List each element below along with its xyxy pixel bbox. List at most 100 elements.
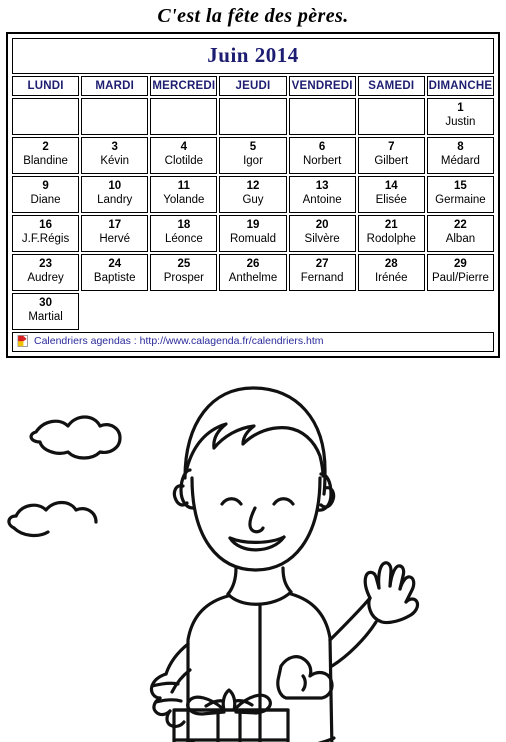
day-cell[interactable]: 8 Médard: [426, 137, 494, 174]
day-number: 1: [457, 102, 464, 114]
day-number: 13: [315, 180, 329, 192]
credit-link[interactable]: Calendriers agendas : http://www.calagen…: [12, 332, 494, 352]
day-saint: Romuald: [229, 233, 276, 246]
day-cell[interactable]: 14 Elisée: [357, 176, 425, 213]
day-cell[interactable]: [150, 98, 218, 135]
day-cell[interactable]: 25 Prosper: [150, 254, 218, 291]
month-title: Juin 2014: [12, 38, 494, 74]
day-cell[interactable]: 26 Anthelme: [219, 254, 287, 291]
calendar-week-row: 30 Martial: [12, 293, 494, 330]
day-number: 16: [39, 219, 52, 231]
weekday-header-mardi: MARDI: [81, 76, 149, 96]
calendar-container: Juin 2014 LUNDI MARDI MERCREDI JEUDI VEN…: [6, 32, 500, 358]
day-cell[interactable]: 29 Paul/Pierre: [426, 254, 494, 291]
day-cell[interactable]: 24 Baptiste: [81, 254, 149, 291]
weekday-header-vendredi: VENDREDI: [288, 76, 356, 96]
day-number: 30: [39, 297, 52, 309]
day-saint: Alban: [445, 233, 476, 246]
day-number: 29: [454, 258, 467, 270]
day-number: 4: [180, 141, 188, 153]
day-number: 5: [249, 141, 257, 153]
day-saint: Martial: [28, 311, 63, 324]
day-number: 9: [42, 180, 49, 192]
day-cell[interactable]: 22 Alban: [426, 215, 494, 252]
weekday-header-row: LUNDI MARDI MERCREDI JEUDI VENDREDI SAME…: [12, 76, 494, 96]
day-saint: Justin: [445, 116, 476, 129]
day-number: 27: [315, 258, 329, 270]
day-cell[interactable]: 10 Landry: [81, 176, 149, 213]
day-cell[interactable]: 3 Kévin: [81, 137, 149, 174]
day-saint: Clotilde: [164, 155, 204, 168]
day-cell[interactable]: 15 Germaine: [426, 176, 494, 213]
day-cell-blank: [219, 293, 286, 330]
day-cell[interactable]: 20 Silvère: [288, 215, 356, 252]
day-number: 19: [246, 219, 260, 231]
calendar-week-row: 1 Justin: [12, 98, 494, 135]
day-cell[interactable]: 17 Hervé: [81, 215, 149, 252]
day-saint: Elisée: [375, 194, 407, 207]
day-cell[interactable]: [219, 98, 287, 135]
day-cell[interactable]: 16 J.F.Régis: [12, 215, 80, 252]
day-cell-blank: [289, 293, 356, 330]
day-cell[interactable]: 23 Audrey: [12, 254, 80, 291]
day-saint: Norbert: [302, 155, 342, 168]
day-cell[interactable]: 12 Guy: [219, 176, 287, 213]
day-saint: Landry: [97, 194, 133, 207]
day-saint: Igor: [243, 155, 263, 168]
day-cell[interactable]: 21 Rodolphe: [357, 215, 425, 252]
day-number: 21: [384, 219, 398, 231]
day-cell[interactable]: 19 Romuald: [219, 215, 287, 252]
weekday-header-lundi: LUNDI: [12, 76, 80, 96]
day-number: 12: [246, 180, 260, 192]
calendar-week-row: 9 Diane 10 Landry 11 Yolande 12 Guy 13 Antoin…: [12, 176, 494, 213]
day-cell[interactable]: 4 Clotilde: [150, 137, 218, 174]
day-number: 8: [457, 141, 464, 153]
day-cell[interactable]: [288, 98, 356, 135]
boy-with-gift-line-art: [7, 385, 420, 742]
day-saint: Diane: [30, 194, 61, 207]
day-saint: Rodolphe: [366, 233, 416, 246]
day-saint: Guy: [242, 194, 264, 207]
day-cell-blank: [81, 293, 148, 330]
day-cell[interactable]: 13 Antoine: [288, 176, 356, 213]
day-cell[interactable]: [12, 98, 80, 135]
day-number: 11: [177, 180, 190, 192]
day-number: 6: [318, 141, 326, 153]
calendar-footer-cell: Calendriers agendas : http://www.calagen…: [12, 332, 494, 352]
day-cell[interactable]: 28 Irénée: [357, 254, 425, 291]
day-cell[interactable]: 27 Fernand: [288, 254, 356, 291]
flag-bookmark-icon: [17, 335, 28, 348]
day-cell[interactable]: 9 Diane: [12, 176, 80, 213]
day-cell[interactable]: [357, 98, 425, 135]
day-saint: Irénée: [374, 272, 408, 285]
day-saint: Médard: [440, 155, 480, 168]
day-cell[interactable]: 7 Gilbert: [357, 137, 425, 174]
day-saint: Anthelme: [228, 272, 278, 285]
day-cell[interactable]: 2 Blandine: [12, 137, 80, 174]
day-saint: Blandine: [23, 155, 68, 168]
day-cell-blank: [150, 293, 217, 330]
day-cell[interactable]: [81, 98, 149, 135]
day-number: 17: [108, 219, 122, 231]
credit-link-text: Calendriers agendas : http://www.calagen…: [34, 335, 324, 347]
day-number: 23: [39, 258, 52, 270]
day-cell[interactable]: 5 Igor: [219, 137, 287, 174]
day-cell[interactable]: 30 Martial: [12, 293, 80, 330]
day-saint: J.F.Régis: [21, 233, 70, 246]
day-number: 18: [177, 219, 191, 231]
day-cell[interactable]: 18 Léonce: [150, 215, 218, 252]
day-cell[interactable]: 1 Justin: [426, 98, 494, 135]
day-cell-blank: [427, 293, 494, 330]
day-cell[interactable]: 11 Yolande: [150, 176, 218, 213]
day-saint: Audrey: [27, 272, 64, 285]
day-saint: Kévin: [100, 155, 130, 168]
calendar-week-row: 16 J.F.Régis 17 Hervé 18 Léonce 19 Romuald 2…: [12, 215, 494, 252]
day-number: 24: [108, 258, 122, 270]
day-number: 2: [42, 141, 49, 153]
calendar-table: Juin 2014 LUNDI MARDI MERCREDI JEUDI VEN…: [10, 36, 496, 354]
day-number: 25: [177, 258, 191, 270]
day-saint: Germaine: [435, 194, 486, 207]
day-cell[interactable]: 6 Norbert: [288, 137, 356, 174]
weekday-header-samedi: SAMEDI: [357, 76, 425, 96]
weekday-header-mercredi: MERCREDI: [150, 76, 218, 96]
